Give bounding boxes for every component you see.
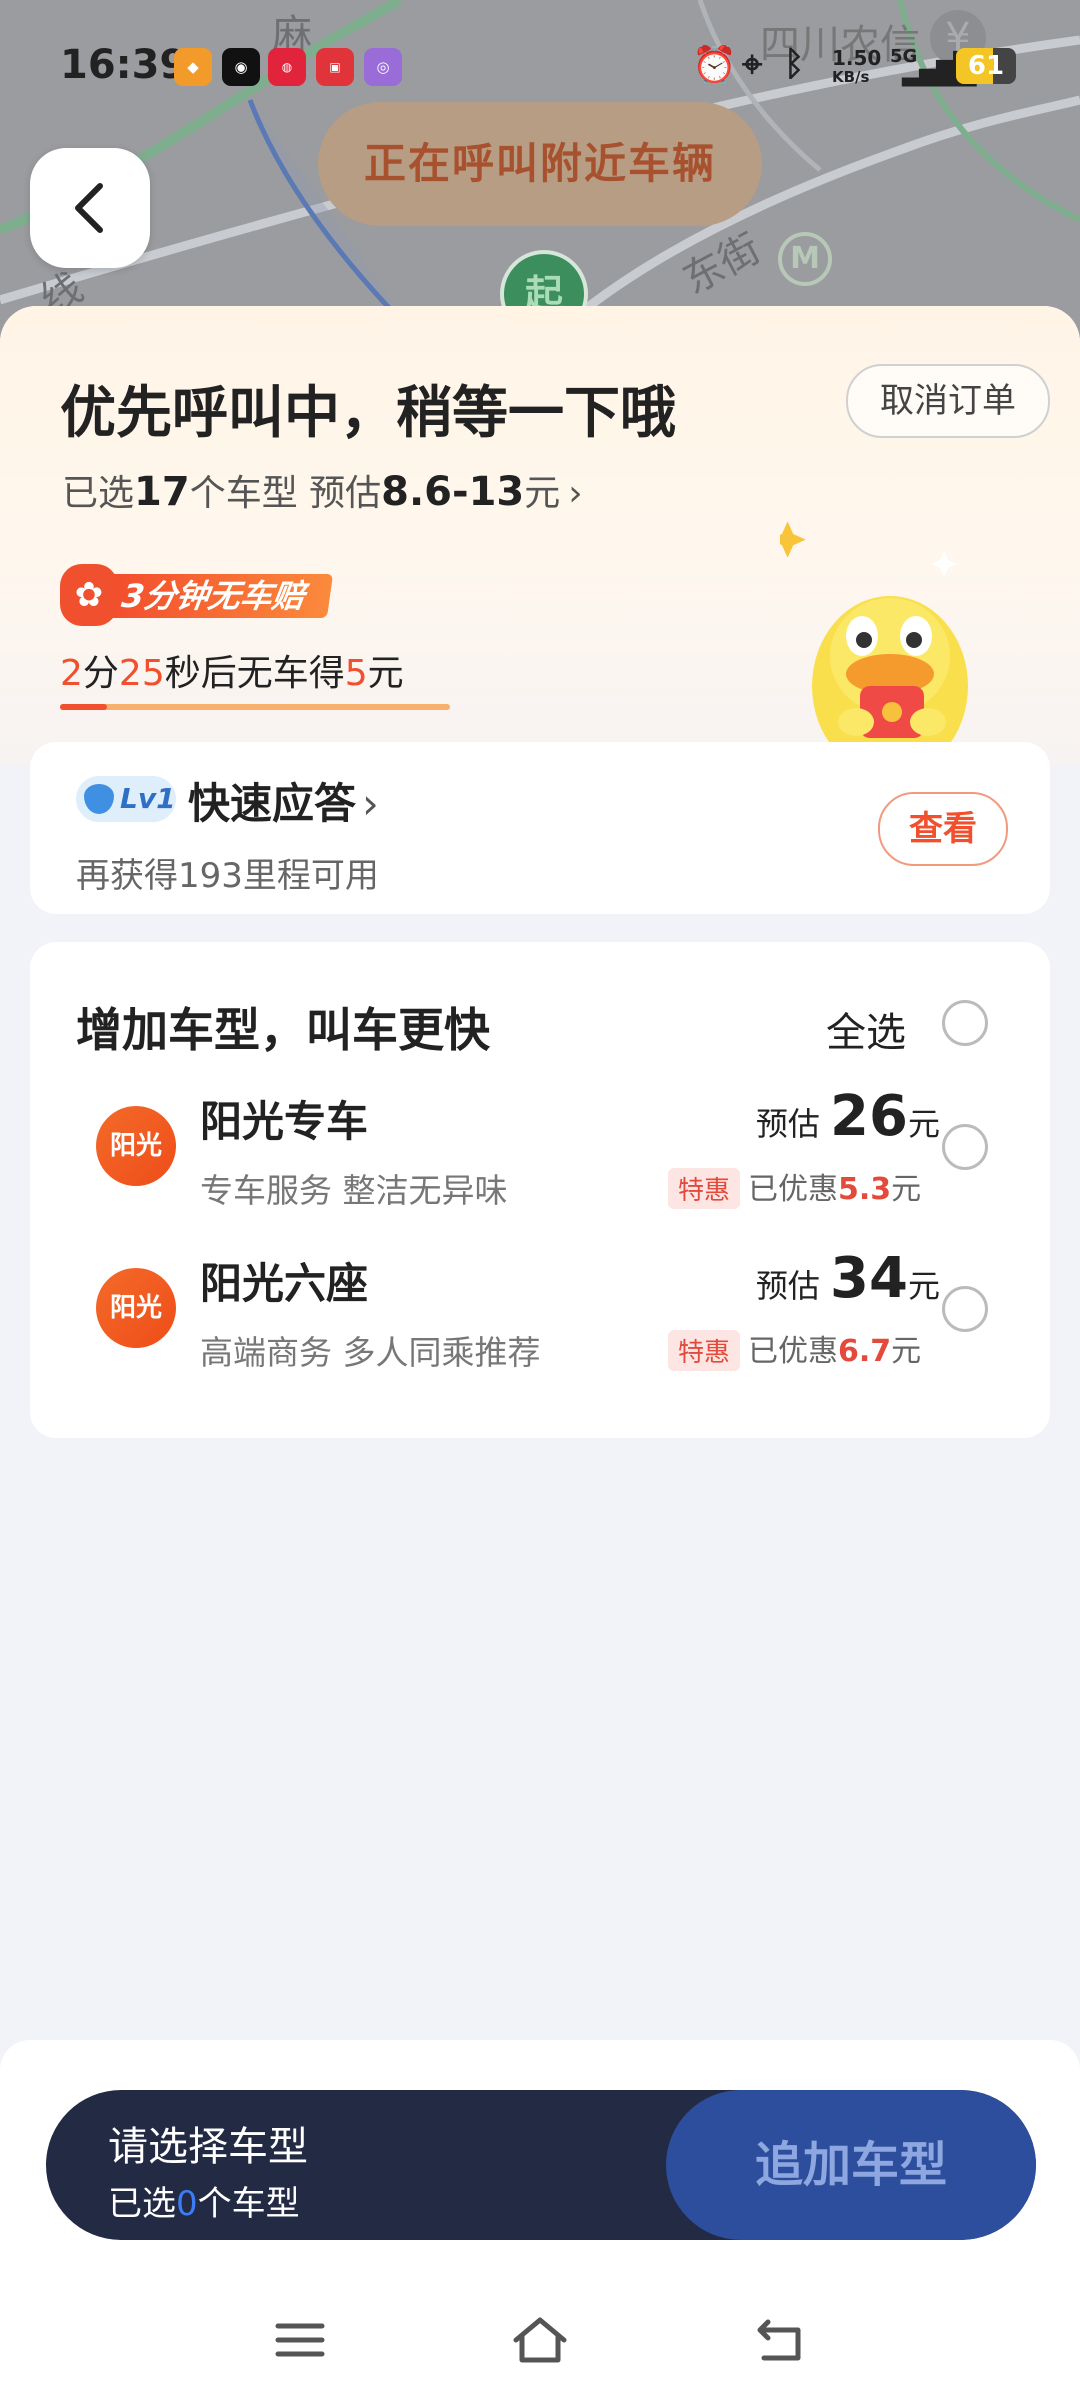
countdown-sec-unit: 秒后无车得 xyxy=(164,653,345,694)
location-icon: ⌖ xyxy=(742,44,763,85)
chevron-right-icon: › xyxy=(362,779,379,828)
alarm-icon: ⏰ xyxy=(692,45,737,86)
bluetooth-icon: ᛒ xyxy=(784,44,805,84)
taobao-notification-icon: ◆ xyxy=(174,48,212,86)
system-nav-bar xyxy=(0,2280,1080,2400)
countdown-progress xyxy=(60,704,450,710)
price-value: 26 xyxy=(830,1084,908,1149)
page-title: 优先呼叫中，稍等一下哦 xyxy=(60,381,676,446)
battery-level: 61 xyxy=(967,51,1005,81)
xiaohongshu-notification-icon: ◍ xyxy=(268,48,306,86)
car-type-discount: 特惠 已优惠6.7元 xyxy=(668,1326,921,1371)
qq-notification-icon: ◉ xyxy=(222,48,260,86)
discount-tag: 特惠 xyxy=(668,1330,741,1371)
countdown-min: 2 xyxy=(60,653,83,694)
discount-unit: 元 xyxy=(891,1172,922,1207)
back-nav-icon[interactable] xyxy=(754,2314,806,2366)
level-badge-text: Lv1 xyxy=(120,782,176,815)
status-time: 16:39 xyxy=(60,42,188,88)
app-notification-icon: ◎ xyxy=(364,48,402,86)
countdown-sec: 25 xyxy=(118,653,165,694)
selected-prefix: 已选 xyxy=(108,2184,176,2224)
car-type-desc: 高端商务 多人同乘推荐 xyxy=(200,1333,541,1372)
countdown-amount: 5 xyxy=(344,653,368,694)
back-arrow-icon xyxy=(75,183,103,233)
select-all-checkbox[interactable] xyxy=(942,1000,988,1046)
shield-icon xyxy=(84,784,114,814)
selected-count: 0 xyxy=(176,2184,198,2224)
duck-mascot-icon xyxy=(780,521,968,766)
promo-badge-text: 3分钟无车赔 xyxy=(100,574,334,618)
view-button[interactable]: 查看 xyxy=(878,792,1008,866)
back-button[interactable] xyxy=(30,148,150,268)
selected-count-text: 已选0个车型 xyxy=(108,2176,300,2225)
price-range: 8.6-13 xyxy=(381,469,525,515)
net-speed: 1.50 xyxy=(832,46,882,70)
price-unit: 元 xyxy=(907,1105,940,1143)
fast-response-title-text: 快速应答 xyxy=(188,779,357,828)
car-type-discount: 特惠 已优惠5.3元 xyxy=(668,1164,921,1209)
home-icon[interactable] xyxy=(510,2314,570,2366)
car-type-checkbox[interactable] xyxy=(942,1124,988,1170)
status-bar: 16:39 ◆ ◉ ◍ ▣ ◎ ⏰ ⌖ ᛒ 1.50 KB/s 5G ▂▄▆█ … xyxy=(0,0,1080,132)
selected-suffix: 个车型 xyxy=(197,2184,300,2224)
selected-count: 17 xyxy=(134,469,190,515)
selected-mid: 个车型 预估 xyxy=(189,473,382,514)
car-type-name: 阳光六座 xyxy=(200,1259,369,1308)
discount-unit: 元 xyxy=(891,1334,922,1369)
sheet-header: 优先呼叫中，稍等一下哦 取消订单 已选17个车型 预估8.6-13元 › 3分钟无… xyxy=(0,306,1080,766)
discount-prefix: 已优惠 xyxy=(748,1172,839,1207)
rabbit-icon: ✿ xyxy=(60,564,118,626)
price-unit: 元 xyxy=(907,1267,940,1305)
select-all-label[interactable]: 全选 xyxy=(826,1000,906,1058)
metro-station-icon: M xyxy=(778,232,832,286)
add-types-title: 增加车型，叫车更快 xyxy=(76,1003,490,1057)
car-type-price: 预估 34元 xyxy=(690,1246,940,1311)
car-type-desc: 专车服务 整洁无异味 xyxy=(200,1171,508,1210)
price-value: 34 xyxy=(830,1246,908,1311)
selected-prefix: 已选 xyxy=(62,473,135,514)
toutiao-notification-icon: ▣ xyxy=(316,48,354,86)
car-type-price: 预估 26元 xyxy=(690,1084,940,1149)
fast-response-title: 快速应答 › xyxy=(188,770,379,831)
no-car-compensation-badge: 3分钟无车赔 ✿ xyxy=(60,564,360,626)
yangguang-logo-icon: 阳光 xyxy=(96,1268,176,1348)
countdown-amount-unit: 元 xyxy=(367,653,404,694)
discount-amount: 6.7 xyxy=(838,1334,892,1369)
select-prompt: 请选择车型 xyxy=(108,2124,308,2170)
discount-tag: 特惠 xyxy=(668,1168,741,1209)
add-car-types-card: 增加车型，叫车更快 全选 阳光 阳光专车 专车服务 整洁无异味 预估 26元 特… xyxy=(30,942,1050,1438)
net-speed-unit: KB/s xyxy=(832,68,870,86)
selected-summary[interactable]: 已选17个车型 预估8.6-13元 › xyxy=(62,464,583,516)
discount-amount: 5.3 xyxy=(838,1172,892,1207)
price-prefix: 预估 xyxy=(755,1105,820,1143)
discount-prefix: 已优惠 xyxy=(748,1334,839,1369)
car-type-name: 阳光专车 xyxy=(200,1097,369,1146)
price-unit: 元 xyxy=(524,473,561,514)
countdown-text: 2分25秒后无车得5元 xyxy=(60,644,404,696)
cancel-order-button[interactable]: 取消订单 xyxy=(846,364,1050,438)
fast-response-card[interactable]: Lv1 快速应答 › 再获得193里程可用 查看 xyxy=(30,742,1050,914)
chevron-right-icon: › xyxy=(568,473,583,514)
level-badge: Lv1 xyxy=(76,776,176,822)
action-bar: 请选择车型 已选0个车型 追加车型 xyxy=(46,2090,1036,2240)
battery-icon: 61 xyxy=(956,48,1016,84)
fast-response-subtitle: 再获得193里程可用 xyxy=(76,856,379,896)
car-type-checkbox[interactable] xyxy=(942,1286,988,1332)
yangguang-logo-icon: 阳光 xyxy=(96,1106,176,1186)
countdown-progress-fill xyxy=(60,704,107,710)
menu-icon[interactable] xyxy=(274,2314,326,2366)
countdown-min-unit: 分 xyxy=(82,653,119,694)
price-prefix: 预估 xyxy=(755,1267,820,1305)
add-car-type-button[interactable]: 追加车型 xyxy=(666,2090,1036,2240)
